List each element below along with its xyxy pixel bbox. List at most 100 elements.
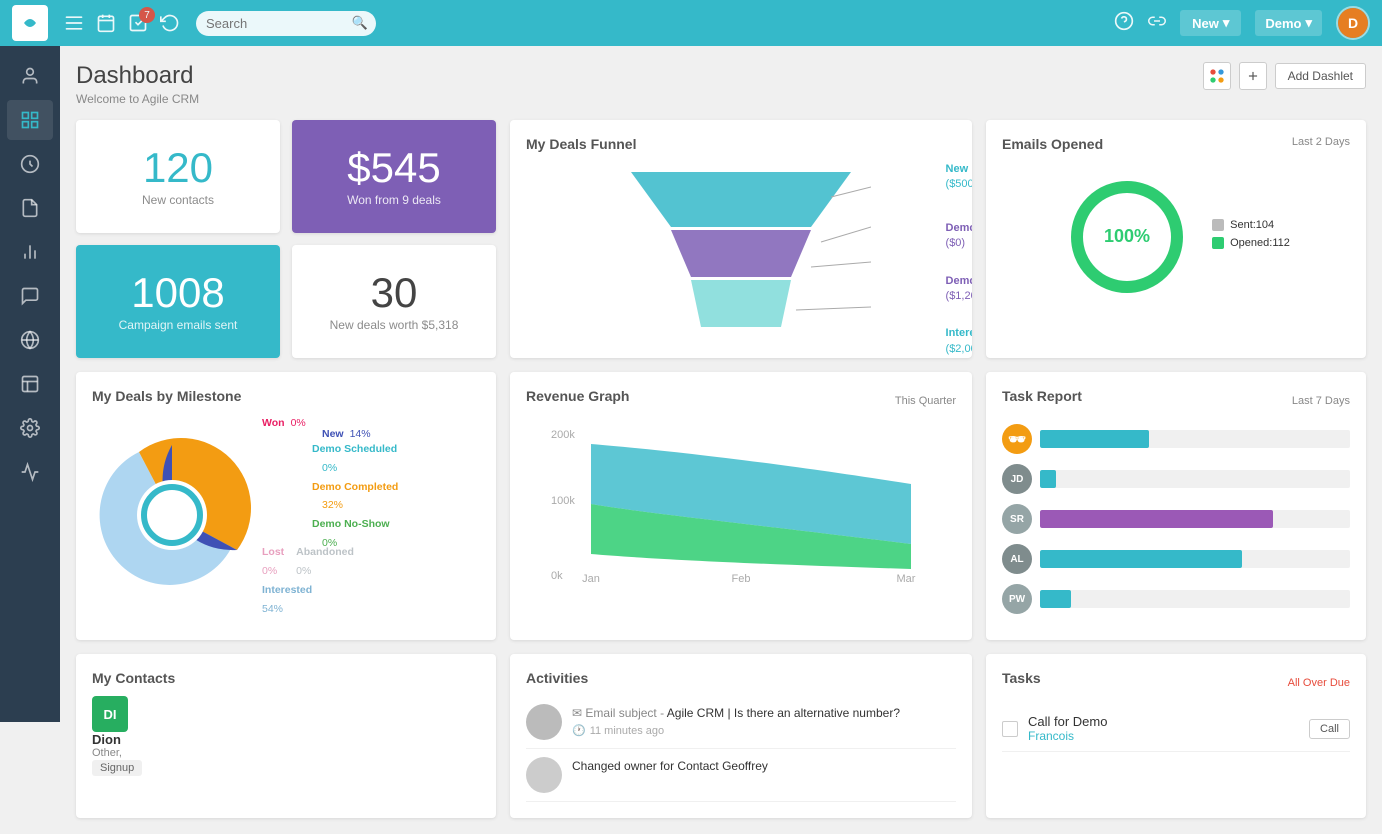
- pie-chart-container: [92, 435, 252, 598]
- new-button[interactable]: New ▾: [1180, 10, 1241, 36]
- task-report-header: Task Report Last 7 Days: [1002, 388, 1350, 414]
- task-bar-fill-2: [1040, 510, 1273, 528]
- task-person-0[interactable]: Francois: [1028, 729, 1299, 743]
- menu-icon-btn[interactable]: [64, 13, 84, 33]
- revenue-title: Revenue Graph: [526, 388, 629, 404]
- add-dashlet-button[interactable]: Add Dashlet: [1275, 63, 1366, 89]
- legend-opened-label: Opened:112: [1230, 237, 1290, 249]
- task-bar-fill-0: [1040, 430, 1149, 448]
- donut-legend: Sent:104 Opened:112: [1212, 219, 1290, 255]
- app-logo[interactable]: [12, 5, 48, 41]
- tasks-icon-btn[interactable]: 7: [128, 13, 148, 33]
- sidebar-item-dashboard[interactable]: [7, 100, 53, 140]
- revenue-chart: 200k 100k 0k Jan Feb Mar: [526, 424, 956, 584]
- task-bar-row-2: SR: [1002, 504, 1350, 534]
- sidebar-item-forms[interactable]: [7, 364, 53, 404]
- search-icon[interactable]: 🔍: [352, 15, 368, 31]
- bottom-row: My Contacts DI Dion Other, Signup Activi…: [76, 654, 1366, 818]
- legend-lost-abandoned: Lost 0% Abandoned 0%: [262, 543, 398, 581]
- donut-chart: 100%: [1062, 172, 1192, 302]
- contacts-title: My Contacts: [92, 670, 480, 686]
- emails-last-days: Last 2 Days: [1292, 136, 1350, 148]
- new-deals-card: 30 New deals worth $5,318: [292, 245, 496, 358]
- activity-avatar-1: [526, 757, 562, 793]
- calendar-icon-btn[interactable]: [96, 13, 116, 33]
- tasks-card: Tasks All Over Due Call for Demo Francoi…: [986, 654, 1366, 818]
- donut-container: 100% Sent:104 Opened:112: [1002, 172, 1350, 302]
- svg-text:Mar: Mar: [897, 573, 916, 584]
- contact-item-dion: DI Dion Other, Signup: [92, 696, 480, 774]
- search-input[interactable]: [196, 11, 376, 36]
- sidebar-item-deals[interactable]: [7, 144, 53, 184]
- won-deals-label: Won from 9 deals: [347, 193, 441, 207]
- legend-dot-sent: [1212, 219, 1224, 231]
- won-deals-card: $545 Won from 9 deals: [292, 120, 496, 233]
- left-sidebar: [0, 46, 60, 722]
- dashboard-grid: 120 New contacts $545 Won from 9 deals 1…: [76, 120, 1366, 358]
- legend-sent-label: Sent:104: [1230, 219, 1274, 231]
- activity-avatar-0: [526, 704, 562, 740]
- activities-title: Activities: [526, 670, 956, 686]
- plus-dashlet-icon[interactable]: [1239, 62, 1267, 90]
- funnel-label-demo-scheduled: Demo Scheduled ($0): [946, 221, 972, 252]
- main-content: Dashboard Welcome to Agile CRM Add Dashl…: [60, 46, 1382, 834]
- task-checkbox-0[interactable]: [1002, 721, 1018, 737]
- new-contacts-label: New contacts: [142, 193, 214, 207]
- task-bar-row-0: 🕶: [1002, 424, 1350, 454]
- sidebar-item-settings[interactable]: [7, 408, 53, 448]
- legend-demo-scheduled: Demo Scheduled 0%: [312, 440, 398, 478]
- emails-title: Emails Opened: [1002, 136, 1103, 152]
- task-bar-fill-3: [1040, 550, 1242, 568]
- page-title: Dashboard: [76, 62, 199, 90]
- page-title-group: Dashboard Welcome to Agile CRM: [76, 62, 199, 106]
- legend-sent: Sent:104: [1212, 219, 1290, 231]
- task-bar-row-4: PW: [1002, 584, 1350, 614]
- campaign-emails-number: 1008: [131, 272, 224, 314]
- contact-avatar-dion: DI: [92, 696, 128, 732]
- new-contacts-card: 120 New contacts: [76, 120, 280, 233]
- new-contacts-number: 120: [143, 147, 213, 189]
- demo-button[interactable]: Demo ▾: [1255, 10, 1322, 36]
- activity-text-1: Changed owner for Contact Geoffrey: [572, 757, 768, 775]
- deals-milestone-card: My Deals by Milestone: [76, 372, 496, 640]
- stats-section: 120 New contacts $545 Won from 9 deals 1…: [76, 120, 496, 358]
- activity-content-0: ✉ Email subject - Agile CRM | Is there a…: [572, 704, 900, 737]
- history-icon-btn[interactable]: [160, 13, 180, 33]
- task-avatar-1: JD: [1002, 464, 1032, 494]
- revenue-graph-card: Revenue Graph This Quarter 200k 100k 0k …: [510, 372, 972, 640]
- revenue-header: Revenue Graph This Quarter: [526, 388, 956, 414]
- activity-item-1: Changed owner for Contact Geoffrey: [526, 749, 956, 802]
- sidebar-item-globe[interactable]: [7, 320, 53, 360]
- svg-text:Jan: Jan: [582, 573, 600, 584]
- sidebar-item-analytics[interactable]: [7, 452, 53, 492]
- activities-card: Activities ✉ Email subject - Agile CRM |…: [510, 654, 972, 818]
- task-avatar-2: SR: [1002, 504, 1032, 534]
- header-actions: Add Dashlet: [1203, 62, 1366, 90]
- emails-card-header: Emails Opened Last 2 Days: [1002, 136, 1350, 162]
- task-bar-bg-2: [1040, 510, 1350, 528]
- sidebar-item-contacts[interactable]: [7, 56, 53, 96]
- task-bar-fill-1: [1040, 470, 1056, 488]
- sidebar-item-reports[interactable]: [7, 232, 53, 272]
- color-picker-btn[interactable]: [1203, 62, 1231, 90]
- svg-text:200k: 200k: [551, 429, 575, 441]
- activity-text-0: ✉ Email subject - Agile CRM | Is there a…: [572, 704, 900, 722]
- task-bar-bg-0: [1040, 430, 1350, 448]
- funnel-labels: New ($500) Demo Scheduled ($0) Demo Comp…: [946, 162, 972, 357]
- funnel-title: My Deals Funnel: [526, 136, 956, 152]
- sidebar-item-documents[interactable]: [7, 188, 53, 228]
- milestone-title: My Deals by Milestone: [92, 388, 480, 404]
- new-deals-number: 30: [371, 272, 418, 314]
- my-contacts-card: My Contacts DI Dion Other, Signup: [76, 654, 496, 818]
- sidebar-item-messages[interactable]: [7, 276, 53, 316]
- page-header: Dashboard Welcome to Agile CRM Add Dashl…: [76, 62, 1366, 106]
- page-subtitle: Welcome to Agile CRM: [76, 92, 199, 106]
- help-icon-btn[interactable]: [1114, 11, 1134, 36]
- link-icon-btn[interactable]: [1148, 12, 1166, 35]
- task-avatar-3: AL: [1002, 544, 1032, 574]
- milestone-legend: Won 0% New 14% Demo Scheduled 0% Demo Co…: [262, 414, 398, 619]
- svg-text:0k: 0k: [551, 570, 563, 582]
- user-avatar[interactable]: D: [1336, 6, 1370, 40]
- contact-badge-signup: Signup: [92, 760, 142, 776]
- activity-content-1: Changed owner for Contact Geoffrey: [572, 757, 768, 775]
